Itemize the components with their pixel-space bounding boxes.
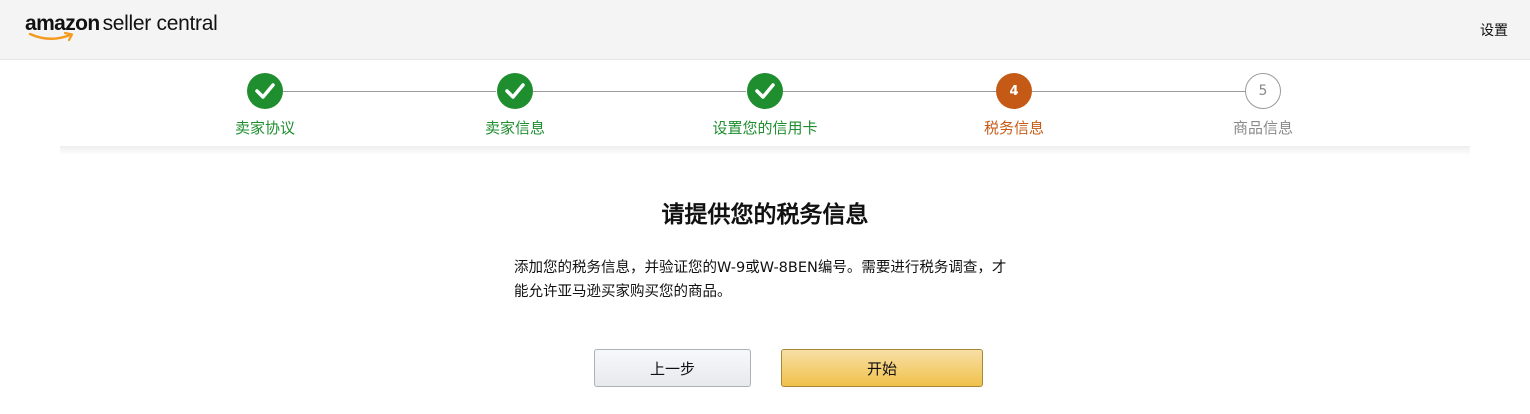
logo-seller-central-text: seller central: [102, 12, 218, 35]
step-2-label: 卖家信息: [484, 119, 545, 137]
step-3-check-icon: [747, 73, 783, 109]
step-5-label: 商品信息: [1232, 119, 1293, 137]
back-button[interactable]: 上一步: [594, 349, 751, 387]
step-connector: [1032, 91, 1245, 92]
tax-info-description: 添加您的税务信息，并验证您的W-9或W-8BEN编号。需要进行税务调查，才能允许…: [514, 260, 1007, 300]
checkmark-icon: [255, 83, 275, 99]
settings-link[interactable]: 设置: [1480, 20, 1508, 40]
step-2-check-icon: [497, 73, 533, 109]
step-1-label: 卖家协议: [234, 119, 295, 137]
progress-stepper: 卖家协议 卖家信息 设置您的信用卡 4 税务信息 5 商品信息: [0, 60, 1530, 150]
step-connector: [783, 91, 996, 92]
amazon-smile-icon: [28, 31, 74, 42]
step-5-number: 5: [1245, 73, 1281, 109]
page-title: 请提供您的税务信息: [661, 202, 869, 228]
checkmark-icon: [505, 83, 525, 99]
step-4-label: 税务信息: [983, 119, 1044, 137]
step-1-check-icon: [247, 73, 283, 109]
step-connector: [283, 91, 496, 92]
amazon-seller-central-logo[interactable]: amazon seller central: [25, 12, 218, 44]
step-connector: [533, 91, 746, 92]
step-4-number: 4: [996, 73, 1032, 109]
checkmark-icon: [755, 83, 775, 99]
step-3-label: 设置您的信用卡: [712, 119, 818, 137]
stepper-divider: [60, 146, 1470, 155]
top-bar: amazon seller central 设置: [0, 0, 1530, 60]
start-button[interactable]: 开始: [781, 349, 983, 387]
